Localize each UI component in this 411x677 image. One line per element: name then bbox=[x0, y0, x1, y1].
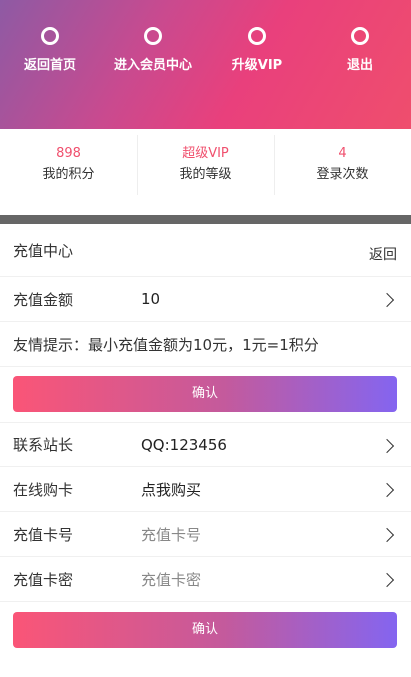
buy-card-label: 在线购卡 bbox=[13, 480, 74, 499]
nav-home-label: 返回首页 bbox=[23, 58, 76, 73]
card-password-label: 充值卡密 bbox=[13, 570, 74, 589]
recharge-tip: 友情提示：最小充值金额为10元，1元=1积分 bbox=[13, 335, 319, 354]
card-password-input[interactable]: 充值卡密 bbox=[141, 569, 201, 590]
card-number-label: 充值卡号 bbox=[13, 525, 74, 544]
stat-points: 898 我的积分 bbox=[0, 129, 137, 215]
card-confirm-button[interactable]: 确认 bbox=[13, 612, 397, 648]
user-stats: 898 我的积分 超级VIP 我的等级 4 登录次数 bbox=[0, 129, 411, 215]
buy-card-row[interactable]: 在线购卡 点我购买 bbox=[0, 467, 411, 512]
stat-logins: 4 登录次数 bbox=[274, 129, 411, 215]
stat-logins-value: 4 bbox=[338, 146, 347, 161]
nav-logout[interactable]: 退出 bbox=[310, 27, 410, 73]
back-link[interactable]: 返回 bbox=[369, 244, 397, 264]
recharge-confirm-button[interactable]: 确认 bbox=[13, 376, 397, 412]
contact-value: QQ:123456 bbox=[141, 435, 227, 454]
stat-level-value: 超级VIP bbox=[182, 146, 229, 161]
top-nav: 返回首页 进入会员中心 升级VIP 退出 bbox=[0, 27, 411, 87]
nav-upgrade-vip-label: 升级VIP bbox=[231, 58, 283, 73]
nav-home[interactable]: 返回首页 bbox=[0, 27, 100, 73]
stat-logins-caption: 登录次数 bbox=[316, 167, 369, 182]
amount-input[interactable]: 10 bbox=[141, 290, 160, 308]
stat-points-value: 898 bbox=[56, 146, 81, 161]
contact-row[interactable]: 联系站长 QQ:123456 bbox=[0, 422, 411, 467]
chevron-right-icon bbox=[384, 574, 394, 584]
stat-level: 超级VIP 我的等级 bbox=[137, 129, 274, 215]
amount-label: 充值金额 bbox=[13, 290, 74, 309]
circle-icon bbox=[41, 27, 59, 45]
buy-card-link[interactable]: 点我购买 bbox=[141, 479, 201, 500]
chevron-right-icon bbox=[384, 484, 394, 494]
header-banner: 返回首页 进入会员中心 升级VIP 退出 bbox=[0, 0, 411, 129]
chevron-right-icon bbox=[384, 294, 394, 304]
recharge-header: 充值中心 返回 bbox=[0, 224, 411, 277]
amount-row[interactable]: 充值金额 10 bbox=[0, 277, 411, 322]
tip-row: 友情提示：最小充值金额为10元，1元=1积分 bbox=[0, 322, 411, 367]
nav-member-center[interactable]: 进入会员中心 bbox=[103, 27, 203, 73]
section-divider bbox=[0, 215, 411, 224]
nav-member-center-label: 进入会员中心 bbox=[113, 58, 192, 73]
circle-icon bbox=[144, 27, 162, 45]
stat-level-caption: 我的等级 bbox=[179, 167, 232, 182]
nav-upgrade-vip[interactable]: 升级VIP bbox=[207, 27, 307, 73]
stat-points-caption: 我的积分 bbox=[42, 167, 95, 182]
contact-label: 联系站长 bbox=[13, 436, 74, 454]
chevron-right-icon bbox=[384, 529, 394, 539]
recharge-title: 充值中心 bbox=[13, 242, 74, 260]
nav-logout-label: 退出 bbox=[346, 58, 373, 73]
card-number-row[interactable]: 充值卡号 充值卡号 bbox=[0, 512, 411, 557]
card-number-input[interactable]: 充值卡号 bbox=[141, 524, 201, 545]
chevron-right-icon bbox=[384, 440, 394, 450]
circle-icon bbox=[248, 27, 266, 45]
card-password-row[interactable]: 充值卡密 充值卡密 bbox=[0, 557, 411, 602]
circle-icon bbox=[351, 27, 369, 45]
